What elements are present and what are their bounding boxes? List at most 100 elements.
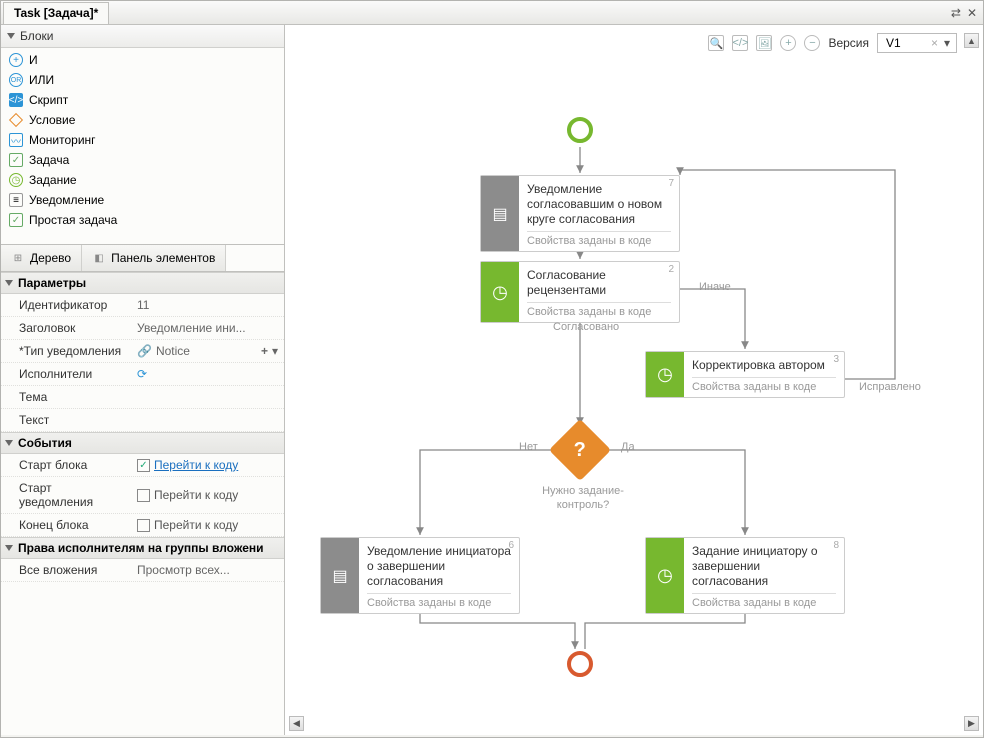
window-tab[interactable]: Task [Задача]* xyxy=(3,2,109,24)
event-start-block[interactable]: ✓ Перейти к коду xyxy=(131,454,284,476)
script-icon: </> xyxy=(9,93,23,107)
question-icon: ? xyxy=(574,439,586,462)
block-label: Скрипт xyxy=(29,93,68,107)
clock-icon: ◷ xyxy=(657,565,673,586)
notif-icon: ▤ xyxy=(332,566,347,586)
node-title: Уведомление инициатора о завершении согл… xyxy=(367,544,511,589)
params-header[interactable]: Параметры xyxy=(1,272,284,294)
goto-code-link[interactable]: Перейти к коду xyxy=(154,458,238,472)
node-job-3[interactable]: ◷ Корректировка авторомСвойства заданы в… xyxy=(645,351,845,398)
block-label: Уведомление xyxy=(29,193,104,207)
goto-code-text: Перейти к коду xyxy=(154,488,238,502)
chevron-down-icon xyxy=(5,280,13,286)
section-title: Права исполнителям на группы вложени xyxy=(18,541,264,555)
tab-title: Task [Задача]* xyxy=(14,6,98,20)
block-item-script[interactable]: </> Скрипт xyxy=(1,90,284,110)
block-item-task[interactable]: ✓Задача xyxy=(1,150,284,170)
prop-label: Идентификатор xyxy=(1,294,131,316)
edge-label-agreed: Согласовано xyxy=(553,321,619,333)
end-node[interactable] xyxy=(567,651,593,677)
monitor-icon: 〰 xyxy=(9,133,23,147)
clock-icon: ◷ xyxy=(657,364,673,385)
prop-value-text[interactable] xyxy=(131,409,284,431)
tab-palette[interactable]: ◧ Панель элементов xyxy=(82,245,226,271)
node-sub: Свойства заданы в коде xyxy=(692,593,836,609)
goto-code-text: Перейти к коду xyxy=(154,518,238,532)
blocks-title: Блоки xyxy=(20,29,54,43)
checkbox-icon[interactable] xyxy=(137,489,150,502)
chevron-down-icon[interactable]: ▾ xyxy=(272,344,278,358)
prop-label: Исполнители xyxy=(1,363,131,385)
edge-label-fixed: Исправлено xyxy=(859,381,921,393)
section-title: Параметры xyxy=(18,276,86,290)
section-title: События xyxy=(18,436,72,450)
node-sub: Свойства заданы в коде xyxy=(527,231,671,247)
prop-value-id[interactable]: 11 xyxy=(131,294,284,316)
prop-label: Конец блока xyxy=(1,514,131,536)
prop-label: Заголовок xyxy=(1,317,131,339)
start-node[interactable] xyxy=(567,117,593,143)
event-start-notif[interactable]: Перейти к коду xyxy=(131,477,284,513)
prop-value-performers[interactable]: ⟳ xyxy=(131,363,284,385)
node-sub: Свойства заданы в коде xyxy=(692,377,836,393)
edge-label-else: Иначе xyxy=(699,281,731,293)
block-item-job[interactable]: ◷Задание xyxy=(1,170,284,190)
block-item-monitoring[interactable]: 〰Мониторинг xyxy=(1,130,284,150)
close-icon[interactable]: ✕ xyxy=(967,6,977,20)
block-item-or[interactable]: OR ИЛИ xyxy=(1,70,284,90)
chevron-down-icon xyxy=(5,545,13,551)
block-item-simple-task[interactable]: ✓Простая задача xyxy=(1,210,284,230)
block-label: ИЛИ xyxy=(29,73,54,87)
node-num: 6 xyxy=(508,540,514,551)
link-icon: 🔗 xyxy=(137,344,152,358)
tree-icon: ⊞ xyxy=(11,251,25,265)
plus-icon[interactable]: + xyxy=(261,344,268,358)
block-item-notification[interactable]: ≡Уведомление xyxy=(1,190,284,210)
checkbox-icon[interactable] xyxy=(137,519,150,532)
node-notification-6[interactable]: ▤ Уведомление инициатора о завершении со… xyxy=(320,537,520,614)
prop-value-type[interactable]: 🔗 Notice + ▾ xyxy=(131,340,284,362)
diamond-icon xyxy=(9,113,23,127)
edge-label-yes: Да xyxy=(621,441,635,453)
edge-label-no: Нет xyxy=(519,441,538,453)
tab-tree[interactable]: ⊞ Дерево xyxy=(1,245,82,271)
node-notification-7[interactable]: ▤ Уведомление согласовавшим о новом круг… xyxy=(480,175,680,252)
tab-label: Дерево xyxy=(30,251,71,265)
block-label: И xyxy=(29,53,38,67)
events-header[interactable]: События xyxy=(1,432,284,454)
block-label: Задание xyxy=(29,173,77,187)
or-circle-icon: OR xyxy=(9,73,23,87)
block-item-and[interactable]: +И xyxy=(1,50,284,70)
flowchart-canvas[interactable]: ▤ Уведомление согласовавшим о новом круг… xyxy=(285,25,983,735)
value-text: Notice xyxy=(156,344,190,358)
tab-label: Панель элементов xyxy=(111,251,215,265)
prop-label: Старт блока xyxy=(1,454,131,476)
node-num: 3 xyxy=(833,354,839,365)
refresh-icon[interactable]: ⟳ xyxy=(137,367,147,381)
prop-value-title[interactable]: Уведомление ини... xyxy=(131,317,284,339)
node-num: 7 xyxy=(668,178,674,189)
rights-header[interactable]: Права исполнителям на группы вложени xyxy=(1,537,284,559)
block-item-condition[interactable]: Условие xyxy=(1,110,284,130)
prop-label: Старт уведомления xyxy=(1,477,131,513)
condition-node[interactable]: ? xyxy=(549,419,611,481)
prop-label: Все вложения xyxy=(1,559,131,581)
node-title: Согласование рецензентами xyxy=(527,268,671,298)
palette-icon: ◧ xyxy=(92,251,106,265)
node-job-8[interactable]: ◷ Задание инициатору о завершении соглас… xyxy=(645,537,845,614)
clock-icon: ◷ xyxy=(492,282,508,303)
plus-circle-icon: + xyxy=(9,53,23,67)
node-sub: Свойства заданы в коде xyxy=(527,302,671,318)
blocks-header[interactable]: Блоки xyxy=(1,25,284,48)
pin-icon[interactable]: ⇄ xyxy=(951,6,961,20)
rights-value[interactable]: Просмотр всех... xyxy=(131,559,284,581)
node-title: Уведомление согласовавшим о новом круге … xyxy=(527,182,671,227)
condition-caption-1: Нужно задание- xyxy=(538,485,628,497)
prop-value-subject[interactable] xyxy=(131,386,284,408)
checkbox-checked-icon[interactable]: ✓ xyxy=(137,459,150,472)
notif-icon: ▤ xyxy=(492,204,507,224)
node-job-2[interactable]: ◷ Согласование рецензентами Свойства зада… xyxy=(480,261,680,323)
prop-label: Тема xyxy=(1,386,131,408)
block-label: Задача xyxy=(29,153,69,167)
event-end-block[interactable]: Перейти к коду xyxy=(131,514,284,536)
